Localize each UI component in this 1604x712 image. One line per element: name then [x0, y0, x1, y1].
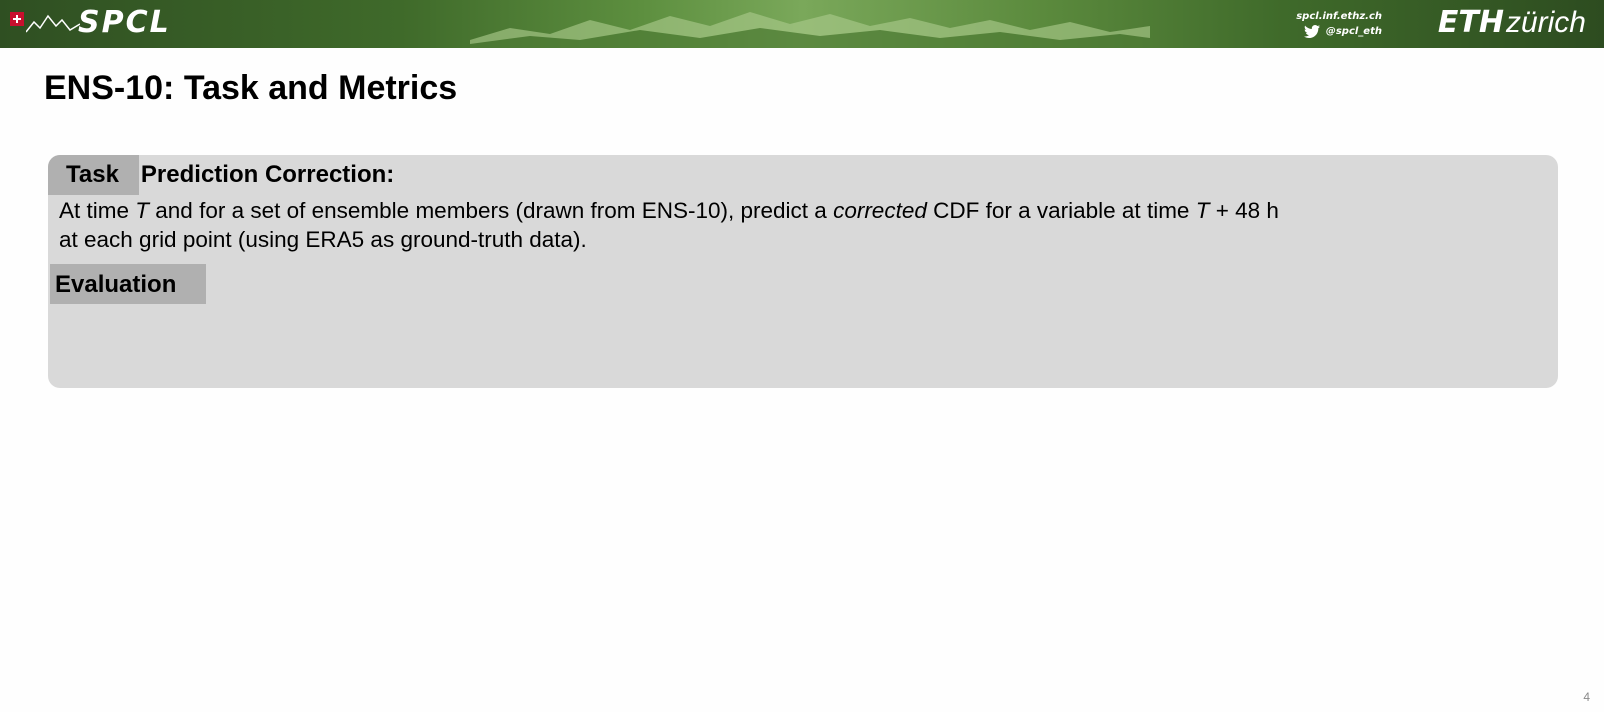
twitter-handle: @spcl_eth	[1325, 26, 1382, 37]
twitter-bird-icon	[1303, 25, 1320, 38]
desc-part4: + 48 h	[1209, 198, 1279, 223]
page-title: ENS-10: Task and Metrics	[44, 69, 458, 107]
task-label: Task	[66, 161, 119, 188]
eth-zurich-logo[interactable]: ETHzürich	[1438, 6, 1586, 40]
desc-time-var-2: T	[1195, 198, 1210, 223]
task-heading: Task Prediction Correction:	[66, 160, 394, 190]
spcl-logo-text: SPCL	[78, 5, 171, 40]
evaluation-heading: Evaluation	[55, 271, 177, 298]
eth-logo-text: ETH	[1437, 5, 1504, 40]
slide: SPCL spcl.inf.ethz.ch @spcl_eth ETHzüric…	[0, 0, 1604, 712]
zurich-logo-text: zürich	[1505, 6, 1586, 39]
header-banner: SPCL spcl.inf.ethz.ch @spcl_eth ETHzüric…	[0, 0, 1604, 48]
desc-line2: at each grid point (using ERA5 as ground…	[59, 227, 587, 252]
prediction-correction-heading: Prediction Correction:	[140, 161, 395, 188]
page-number: 4	[1583, 690, 1590, 704]
swiss-flag-icon	[10, 12, 24, 26]
desc-part1: At time	[59, 198, 136, 223]
task-description: At time T and for a set of ensemble memb…	[59, 196, 1559, 254]
mountain-peaks-icon	[26, 14, 80, 33]
desc-part2: and for a set of ensemble members (drawn…	[149, 198, 834, 223]
twitter-line[interactable]: @spcl_eth	[1296, 24, 1382, 39]
spcl-logo[interactable]: SPCL	[10, 8, 171, 38]
mountain-panorama-image	[470, 12, 1150, 48]
desc-time-var: T	[135, 198, 150, 223]
desc-corrected: corrected	[833, 198, 927, 223]
website-link[interactable]: spcl.inf.ethz.ch	[1296, 9, 1382, 24]
contact-info: spcl.inf.ethz.ch @spcl_eth	[1296, 9, 1382, 39]
desc-part3: CDF for a variable at time	[926, 198, 1196, 223]
